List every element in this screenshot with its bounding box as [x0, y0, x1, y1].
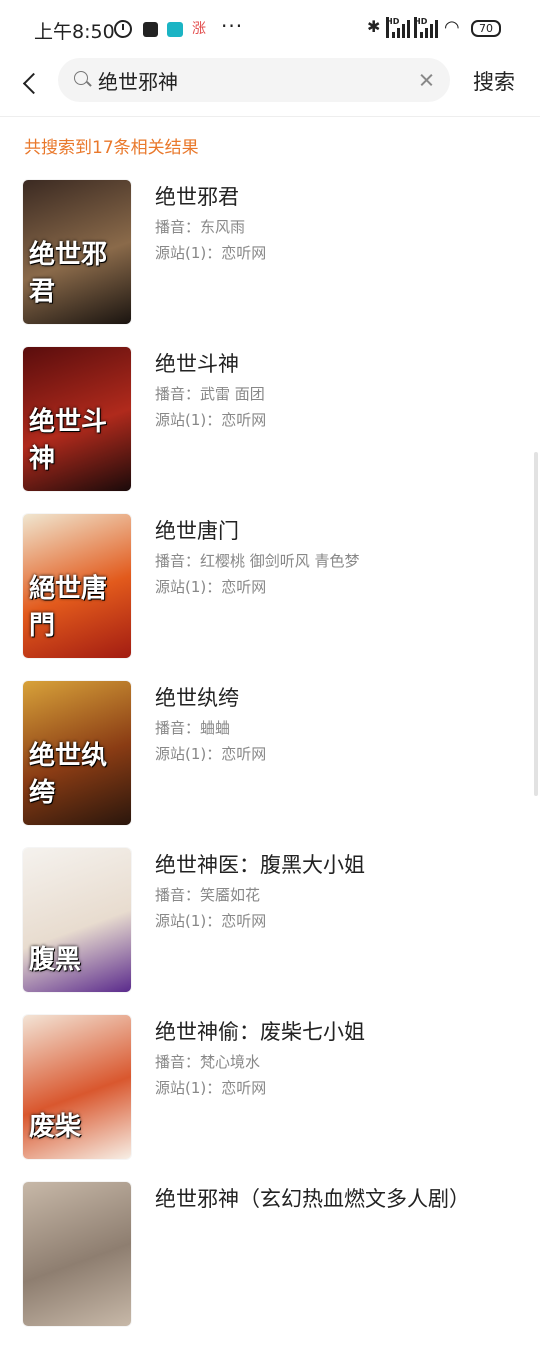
- cover-title: 絕世唐門: [29, 574, 108, 641]
- list-item[interactable]: 废柴 绝世神偷：废柴七小姐 播音：梵心境水 源站(1)：恋听网: [0, 1015, 540, 1182]
- cover-art: [23, 1182, 131, 1326]
- list-item[interactable]: 絕世唐門 绝世唐门 播音：红樱桃 御剑听风 青色梦 源站(1)：恋听网: [0, 514, 540, 681]
- book-cover-image[interactable]: 绝世斗神: [23, 347, 131, 491]
- search-input[interactable]: 绝世邪神: [58, 58, 450, 102]
- book-narrator: 播音：红樱桃 御剑听风 青色梦: [155, 552, 360, 570]
- book-cover-image[interactable]: 绝世邪君: [23, 180, 131, 324]
- scrollbar[interactable]: [534, 452, 538, 796]
- book-narrator: 播音：武雷 面团: [155, 385, 265, 403]
- list-item[interactable]: 绝世斗神 绝世斗神 播音：武雷 面团 源站(1)：恋听网: [0, 347, 540, 514]
- search-icon: [74, 71, 88, 85]
- cover-title: 绝世斗神: [29, 407, 108, 474]
- book-source: 源站(1)：恋听网: [155, 578, 267, 596]
- book-narrator: 播音：梵心境水: [155, 1053, 261, 1071]
- back-arrow-icon[interactable]: [18, 69, 46, 97]
- book-title[interactable]: 绝世邪君: [155, 181, 239, 211]
- book-title[interactable]: 绝世神偷：废柴七小姐: [155, 1016, 365, 1046]
- search-button[interactable]: 搜索: [473, 66, 515, 96]
- book-source: 源站(1)：恋听网: [155, 244, 267, 262]
- book-source: 源站(1)：恋听网: [155, 912, 267, 930]
- status-time: 上午8:50: [34, 21, 115, 43]
- app-notification-icon: [143, 22, 158, 37]
- result-list: 绝世邪君 绝世邪君 播音：东风雨 源站(1)：恋听网 绝世斗神 绝世斗神 播音：…: [0, 180, 540, 1349]
- book-cover-image[interactable]: 废柴: [23, 1015, 131, 1159]
- book-narrator: 播音：笑靥如花: [155, 886, 261, 904]
- app-notification-icon: [167, 22, 183, 37]
- book-cover-image[interactable]: [23, 1182, 131, 1326]
- search-query[interactable]: 绝世邪神: [98, 66, 178, 95]
- bluetooth-icon: ✱: [367, 17, 381, 36]
- result-count: 共搜索到17条相关结果: [24, 138, 199, 158]
- alarm-icon: [114, 20, 132, 38]
- signal-icon: HD: [414, 17, 438, 38]
- book-narrator: 播音：东风雨: [155, 218, 246, 236]
- status-bar: 上午8:50 涨 ··· ✱ HD HD ◠ 70: [0, 0, 540, 58]
- book-title[interactable]: 绝世邪神（玄幻热血燃文多人剧）: [155, 1183, 470, 1213]
- cover-title: 绝世纨绔: [29, 741, 108, 808]
- book-title[interactable]: 绝世斗神: [155, 348, 239, 378]
- book-cover-image[interactable]: 腹黑: [23, 848, 131, 992]
- cover-title: 废柴: [29, 1112, 82, 1142]
- book-source: 源站(1)：恋听网: [155, 1079, 267, 1097]
- book-narrator: 播音：蛐蛐: [155, 719, 231, 737]
- list-item[interactable]: 绝世邪神（玄幻热血燃文多人剧）: [0, 1182, 540, 1349]
- book-title[interactable]: 绝世唐门: [155, 515, 239, 545]
- book-cover-image[interactable]: 絕世唐門: [23, 514, 131, 658]
- book-title[interactable]: 绝世神医：腹黑大小姐: [155, 849, 365, 879]
- wifi-icon: ◠: [444, 17, 460, 38]
- more-notifications-icon: ···: [221, 14, 244, 38]
- book-source: 源站(1)：恋听网: [155, 745, 267, 763]
- book-title[interactable]: 绝世纨绔: [155, 682, 239, 712]
- book-source: 源站(1)：恋听网: [155, 411, 267, 429]
- clear-icon[interactable]: [415, 68, 439, 92]
- search-header: 绝世邪神 搜索: [0, 58, 540, 117]
- list-item[interactable]: 绝世纨绔 绝世纨绔 播音：蛐蛐 源站(1)：恋听网: [0, 681, 540, 848]
- list-item[interactable]: 腹黑 绝世神医：腹黑大小姐 播音：笑靥如花 源站(1)：恋听网: [0, 848, 540, 1015]
- cover-title: 绝世邪君: [29, 240, 108, 307]
- app-badge-icon: 涨: [192, 21, 206, 37]
- book-cover-image[interactable]: 绝世纨绔: [23, 681, 131, 825]
- battery-icon: 70: [471, 20, 501, 37]
- list-item[interactable]: 绝世邪君 绝世邪君 播音：东风雨 源站(1)：恋听网: [0, 180, 540, 347]
- signal-icon: HD: [386, 17, 410, 38]
- cover-title: 腹黑: [29, 945, 82, 975]
